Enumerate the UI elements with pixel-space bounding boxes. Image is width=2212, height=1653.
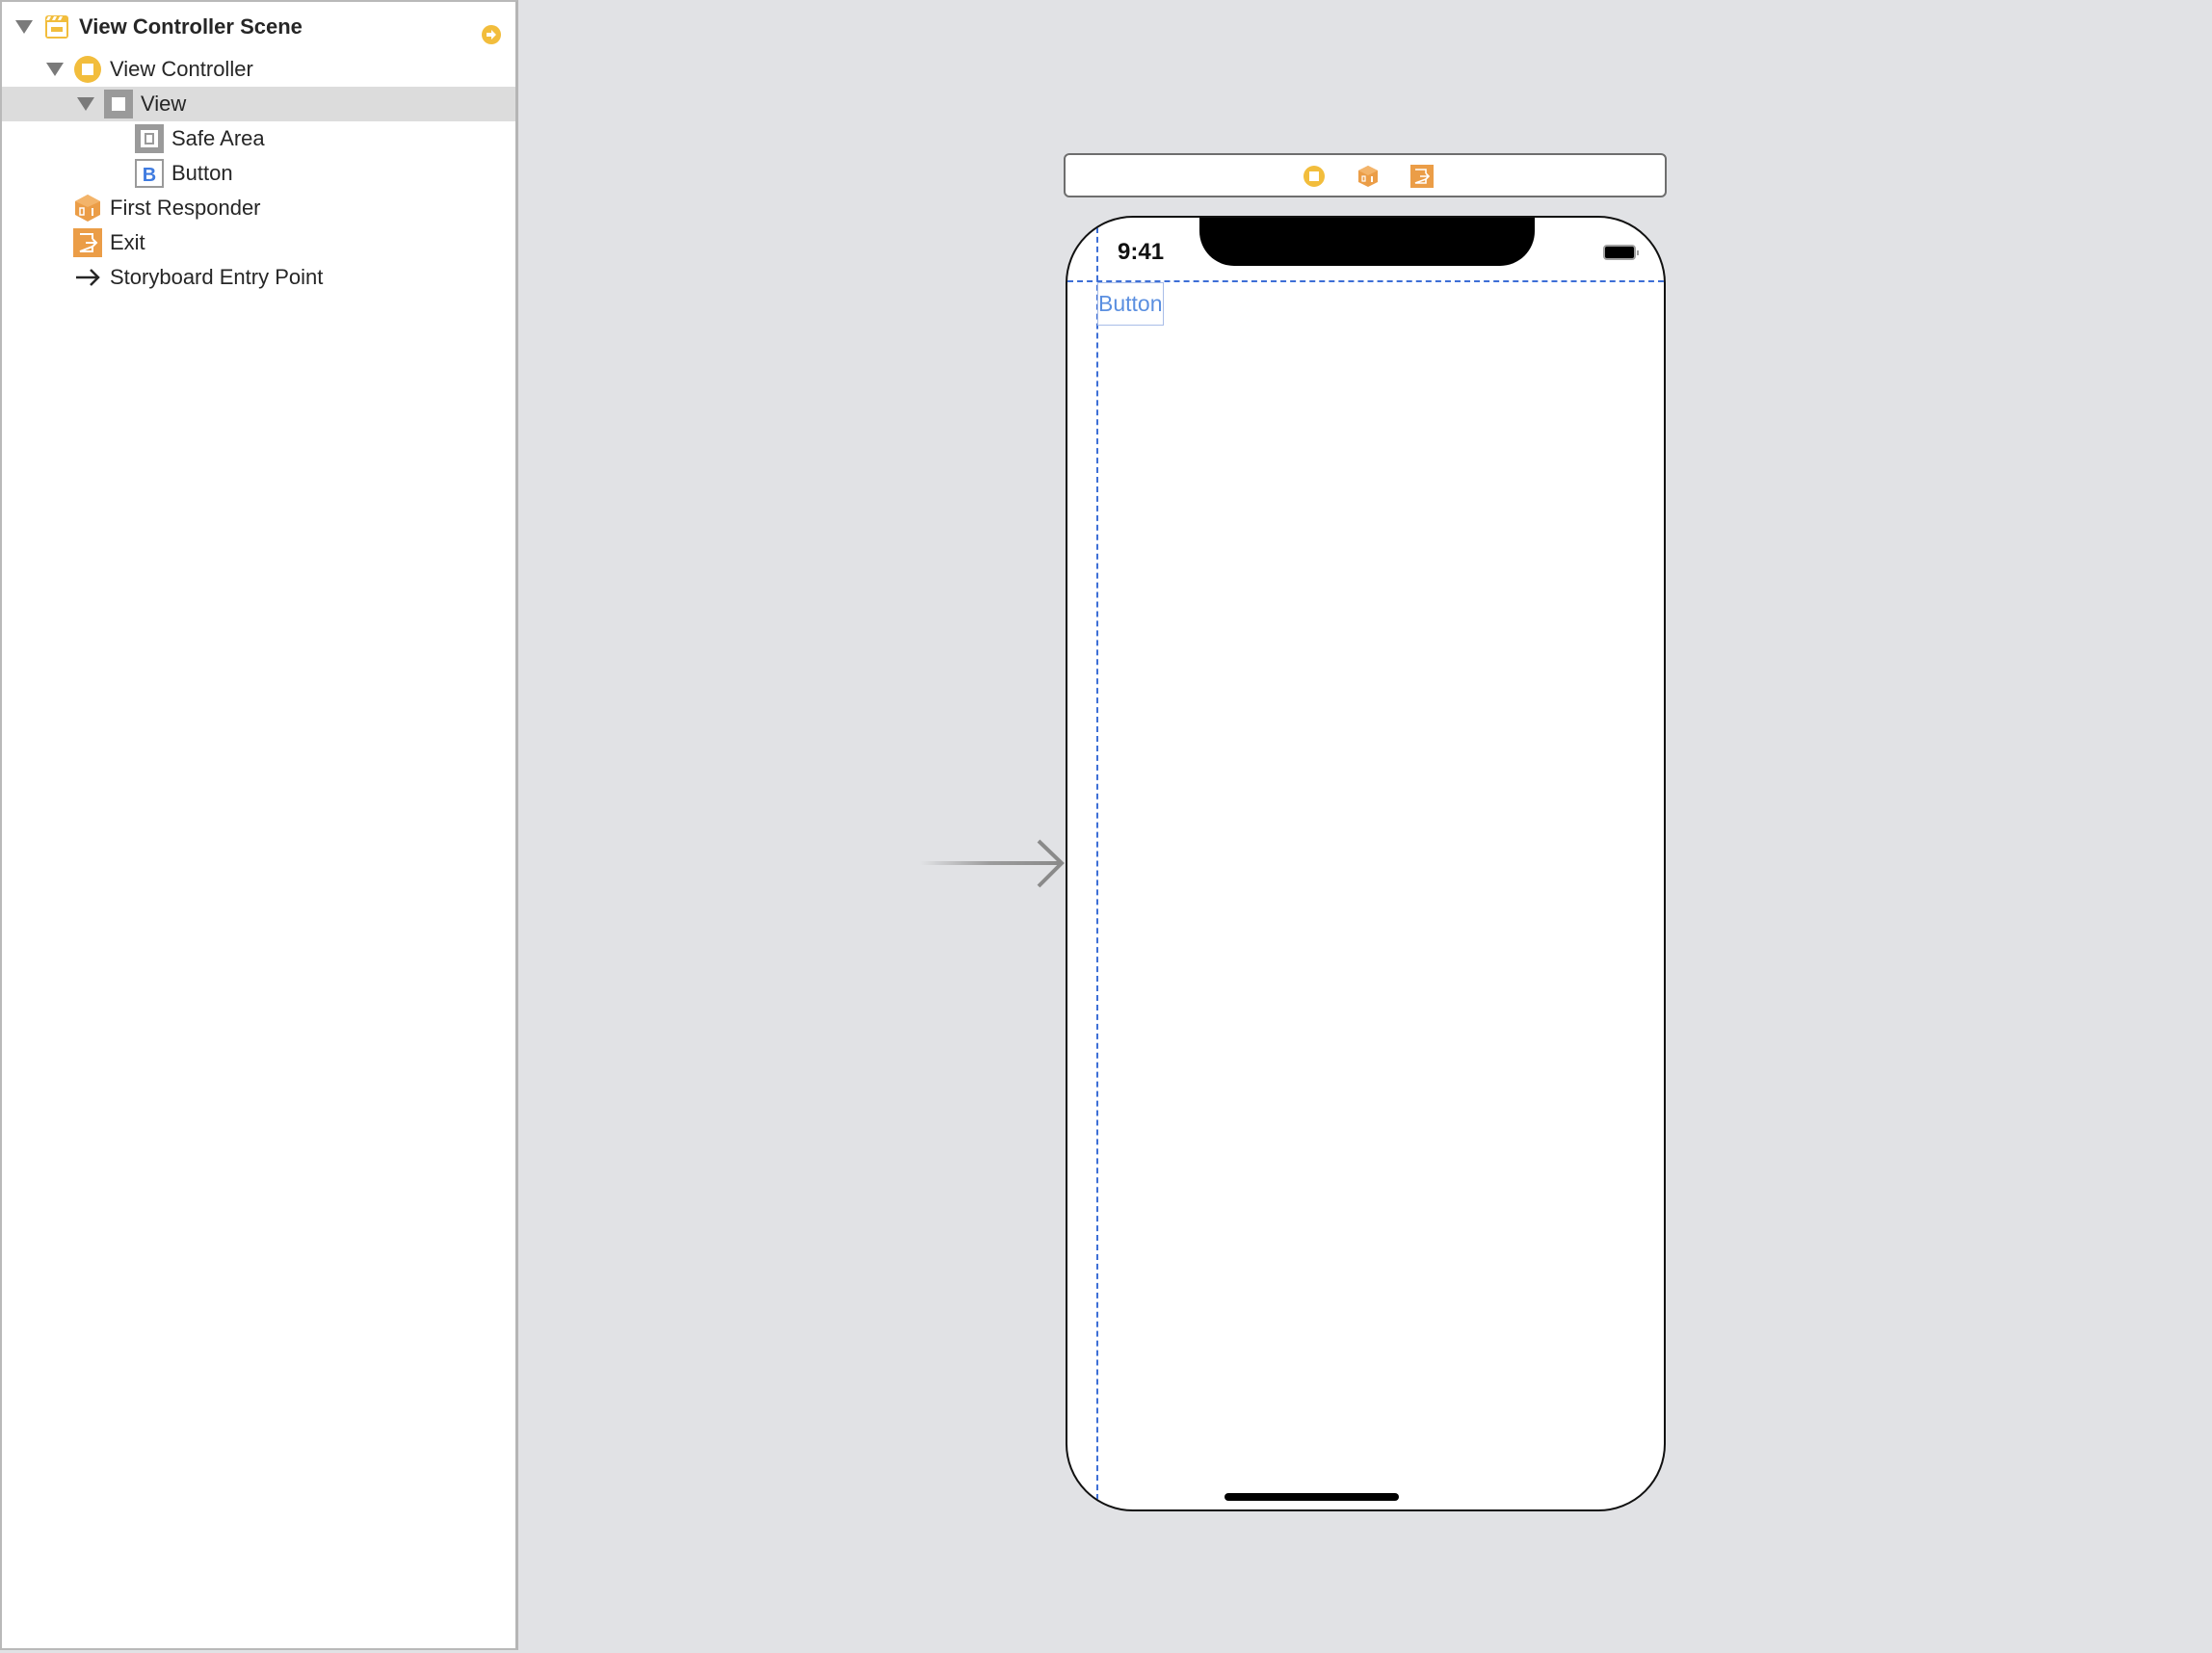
first-responder-icon [75,195,100,222]
home-indicator [1224,1493,1399,1501]
outline-item-exit[interactable]: Exit [2,225,515,260]
entry-point-arrow-icon [76,269,100,286]
disclosure-triangle-icon[interactable] [15,20,33,34]
go-to-scene-icon[interactable] [481,24,502,45]
device-frame[interactable]: 9:41 Button [1066,216,1666,1511]
first-responder-icon[interactable] [1356,165,1380,188]
document-outline: View Controller Scene View Controller Vi… [0,0,518,1650]
status-bar-time: 9:41 [1118,239,1165,265]
view-controller-icon[interactable] [1303,165,1326,188]
exit-icon [73,228,102,257]
outline-item-button[interactable]: B Button [2,156,515,191]
outline-item-label: View Controller [110,57,253,81]
outline-item-label: Button [171,161,233,185]
outline-item-label: Exit [110,230,145,254]
scene-icon [45,15,68,39]
view-icon [104,90,133,118]
safe-area-icon [135,124,164,153]
exit-icon[interactable] [1410,165,1434,188]
disclosure-triangle-icon[interactable] [77,97,94,111]
outline-item-label: First Responder [110,196,261,220]
button-icon: B [135,159,164,188]
outline-item-label: View [141,92,187,116]
battery-icon [1603,245,1639,260]
svg-text:B: B [143,165,156,186]
outline-item-storyboard-entry-point[interactable]: Storyboard Entry Point [2,260,515,295]
view-controller-icon [74,56,101,83]
outline-item-label: View Controller Scene [79,14,303,39]
safe-area-guide-leading [1096,218,1098,1509]
canvas-button[interactable]: Button [1097,282,1164,326]
outline-item-label: Safe Area [171,126,265,150]
outline-item-safe-area[interactable]: Safe Area [2,121,515,156]
device-notch [1199,218,1535,266]
outline-item-scene[interactable]: View Controller Scene [2,10,515,44]
storyboard-entry-arrow[interactable] [915,836,1069,894]
outline-item-first-responder[interactable]: First Responder [2,191,515,225]
outline-item-view-controller[interactable]: View Controller [2,52,515,87]
outline-item-view[interactable]: View [2,87,515,121]
disclosure-triangle-icon[interactable] [46,63,64,76]
outline-item-label: Storyboard Entry Point [110,265,324,289]
scene-dock [1064,153,1667,197]
